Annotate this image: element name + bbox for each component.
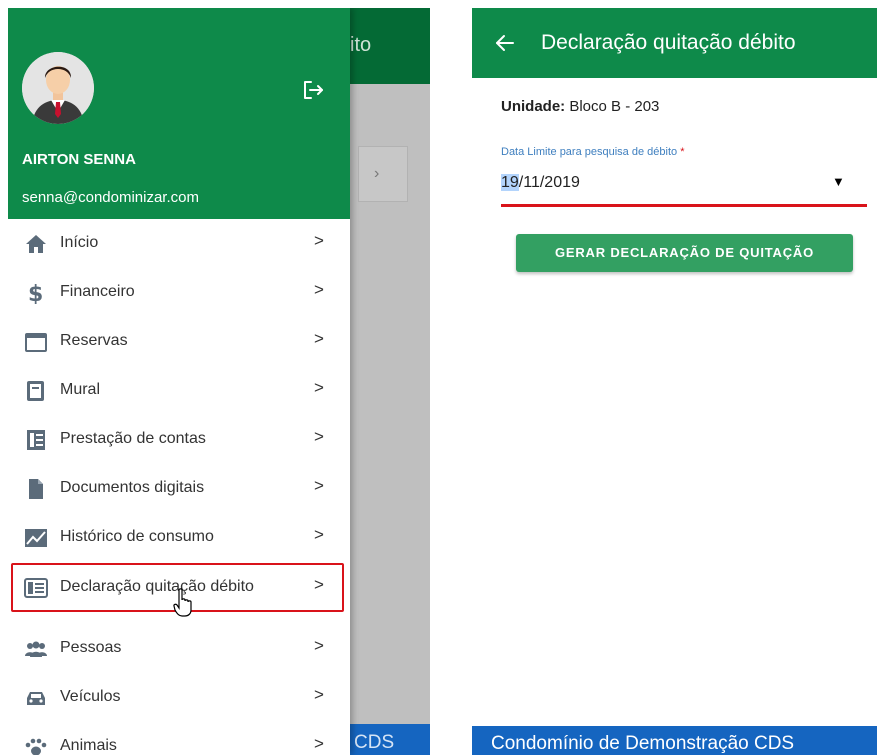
date-value[interactable]: 19/11/2019 <box>501 174 580 192</box>
sidebar-item-animais[interactable]: Animais > <box>8 722 350 755</box>
avatar <box>22 52 94 124</box>
paw-icon <box>24 736 48 755</box>
sidebar-item-mural[interactable]: Mural > <box>8 366 350 415</box>
chevron-right-icon: > <box>314 636 324 655</box>
chart-icon <box>24 527 48 549</box>
required-mark: * <box>680 146 685 158</box>
right-screen: Declaração quitação débito Unidade: Bloc… <box>472 8 877 755</box>
sidebar-item-label: Veículos <box>60 688 121 705</box>
date-selected-day: 19 <box>501 174 519 191</box>
chevron-right-icon: > <box>314 231 324 250</box>
footer-bar: Condomínio de Demonstração CDS <box>472 726 877 755</box>
chevron-right-icon: > <box>314 427 324 446</box>
logout-icon[interactable] <box>301 78 325 102</box>
date-field-underline <box>501 204 867 207</box>
sidebar-item-label: Declaração quitação débito <box>60 578 254 595</box>
sidebar-item-label: Financeiro <box>60 283 135 300</box>
sidebar-item-label: Histórico de consumo <box>60 528 214 545</box>
sidebar-item-declaracao-quitacao-debito[interactable]: Declaração quitação débito > <box>11 563 344 612</box>
chevron-right-icon: > <box>314 734 324 753</box>
report-icon <box>24 429 48 451</box>
sidebar-item-label: Início <box>60 234 99 251</box>
sidebar-item-historico-de-consumo[interactable]: Histórico de consumo > <box>8 513 350 562</box>
chevron-right-icon: > <box>314 525 324 544</box>
sidebar-item-financeiro[interactable]: $ Financeiro > <box>8 268 350 317</box>
unit-value: Bloco B - 203 <box>569 98 660 115</box>
home-icon <box>24 233 48 255</box>
background-footer-fragment: CDS <box>354 732 395 753</box>
navigation-drawer: AIRTON SENNA senna@condominizar.com Iníc… <box>8 8 350 755</box>
board-icon <box>24 380 48 402</box>
date-label-text: Data Limite para pesquisa de débito <box>501 146 678 158</box>
sidebar-item-reservas[interactable]: Reservas > <box>8 317 350 366</box>
sidebar-item-label: Animais <box>60 737 117 754</box>
sidebar-item-prestacao-de-contas[interactable]: Prestação de contas > <box>8 415 350 464</box>
date-limit-select[interactable]: 19/11/2019 ▼ <box>501 170 867 210</box>
svg-text:$: $ <box>28 282 43 304</box>
people-icon <box>24 638 48 660</box>
sidebar-item-documentos-digitais[interactable]: Documentos digitais > <box>8 464 350 513</box>
sidebar-item-label: Reservas <box>60 332 128 349</box>
sidebar-item-label: Prestação de contas <box>60 430 206 447</box>
calendar-icon <box>24 331 48 353</box>
dropdown-caret-icon[interactable]: ▼ <box>832 174 845 189</box>
date-field-label: Data Limite para pesquisa de débito * <box>501 146 684 158</box>
chevron-right-icon: > <box>314 329 324 348</box>
background-title-fragment: ito <box>350 34 372 56</box>
sidebar-item-pessoas[interactable]: Pessoas > <box>8 624 350 673</box>
app-bar: Declaração quitação débito <box>472 8 877 78</box>
declaration-icon <box>24 577 48 599</box>
car-icon <box>24 687 48 709</box>
page-title: Declaração quitação débito <box>541 31 796 54</box>
sidebar-item-label: Documentos digitais <box>60 479 205 496</box>
user-email: senna@condominizar.com <box>22 189 199 206</box>
chevron-right-icon: > <box>314 575 324 594</box>
sidebar-item-inicio[interactable]: Início > <box>8 219 350 268</box>
background-chevron: › <box>374 165 380 182</box>
dollar-icon: $ <box>24 282 48 307</box>
arrow-left-icon[interactable] <box>494 32 516 54</box>
document-icon <box>24 478 48 500</box>
sidebar-item-label: Mural <box>60 381 101 398</box>
background-card <box>358 146 408 202</box>
left-screen: ito › CDS AIRTON SENNA senna@condominiza… <box>8 8 430 755</box>
chevron-right-icon: > <box>314 476 324 495</box>
drawer-header: AIRTON SENNA senna@condominizar.com <box>8 8 350 219</box>
sidebar-item-veiculos[interactable]: Veículos > <box>8 673 350 722</box>
chevron-right-icon: > <box>314 685 324 704</box>
chevron-right-icon: > <box>314 280 324 299</box>
footer-text: Condomínio de Demonstração CDS <box>491 733 795 754</box>
sidebar-item-label: Pessoas <box>60 639 122 656</box>
user-name: AIRTON SENNA <box>22 151 136 168</box>
unit-info: Unidade: Bloco B - 203 <box>501 98 659 115</box>
unit-label: Unidade: <box>501 98 566 115</box>
chevron-right-icon: > <box>314 378 324 397</box>
date-rest: /11/2019 <box>518 174 580 191</box>
generate-declaration-button[interactable]: GERAR DECLARAÇÃO DE QUITAÇÃO <box>516 234 853 272</box>
